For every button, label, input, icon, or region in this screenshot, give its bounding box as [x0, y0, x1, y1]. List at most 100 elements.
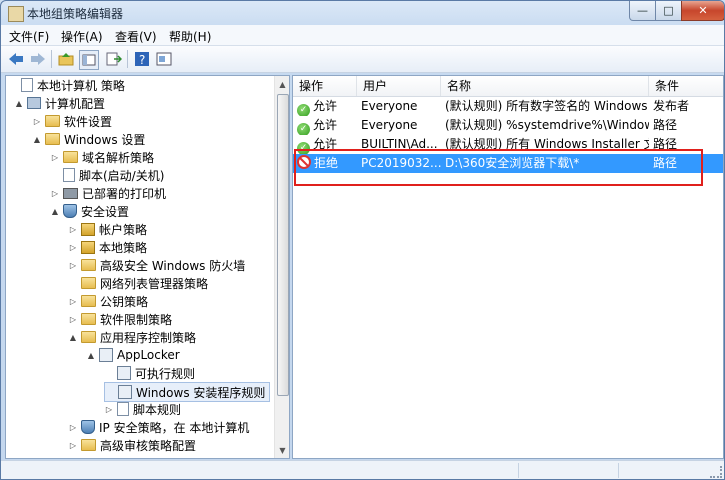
table-row[interactable]: ✓允许 Everyone (默认规则) %systemdrive%\Window…: [293, 116, 723, 135]
tree-item-label: 安全设置: [81, 204, 130, 219]
tree-item[interactable]: 脚本(启动/关机): [50, 166, 164, 184]
list-header: 操作 用户 名称 条件: [293, 76, 723, 97]
rule-user: PC2019032...: [361, 156, 441, 170]
tree-item[interactable]: ▷ 软件限制策略: [68, 310, 172, 328]
menu-view[interactable]: 查看(V): [115, 28, 157, 45]
document-icon: [21, 78, 33, 92]
close-button[interactable]: ✕: [681, 1, 724, 21]
ip-security-icon: [81, 420, 95, 434]
tree-scrollbar[interactable]: ▲ ▼: [274, 76, 289, 458]
tree-toggle[interactable]: ▲: [86, 351, 96, 360]
folder-icon: [81, 331, 96, 343]
toolbar-separator: [51, 50, 52, 68]
tree-item[interactable]: ▷ 公钥策略: [68, 292, 148, 310]
rule-condition: 发布者: [653, 99, 690, 113]
up-folder-icon[interactable]: [57, 50, 75, 68]
column-header-condition[interactable]: 条件: [649, 76, 723, 96]
column-header-user[interactable]: 用户: [357, 76, 441, 96]
tree-item-label: 脚本(启动/关机): [79, 168, 165, 183]
rule-name: (默认规则) %systemdrive%\Windows...: [445, 118, 649, 132]
tree-item[interactable]: ▷ 域名解析策略: [50, 148, 154, 166]
tree-toggle[interactable]: ▲: [68, 333, 78, 342]
scroll-up-icon[interactable]: ▲: [275, 76, 289, 92]
tree-item[interactable]: ▷ 高级安全 Windows 防火墙: [68, 256, 245, 274]
table-row[interactable]: ✓ 允许 BUILTIN\Ad... (默认规则) 所有 Windows Inst…: [293, 135, 723, 154]
export-list-icon[interactable]: [105, 50, 123, 68]
svg-text:?: ?: [139, 53, 145, 67]
title-bar[interactable]: 本地组策略编辑器 — □ ✕: [1, 1, 724, 25]
tree-item[interactable]: ▲ 应用程序控制策略: [68, 328, 196, 346]
tree-toggle[interactable]: ▷: [68, 243, 78, 252]
tree-item-label: AppLocker: [117, 348, 180, 362]
tree-toggle[interactable]: ▲: [32, 135, 42, 144]
tree-item-label: 应用程序控制策略: [100, 330, 197, 345]
computer-icon: [27, 97, 41, 109]
tree-toggle[interactable]: ▷: [50, 189, 60, 198]
folder-icon: [45, 133, 60, 145]
folder-icon: [81, 295, 96, 307]
minimize-button[interactable]: —: [629, 1, 656, 21]
table-row[interactable]: ✓ 允许 Everyone (默认规则) 所有数字签名的 Windows I...…: [293, 97, 723, 116]
tree-toggle[interactable]: ▷: [68, 225, 78, 234]
table-row-selected[interactable]: 拒绝 PC2019032... D:\360安全浏览器下载\* 路径: [293, 154, 723, 173]
tree-toggle[interactable]: ▷: [68, 423, 78, 432]
tree-toggle[interactable]: ▷: [32, 117, 42, 126]
lock-folder-icon: [81, 240, 95, 254]
help-icon[interactable]: ?: [133, 50, 151, 68]
tree-item-label: 软件限制策略: [100, 312, 173, 327]
script-rules-icon: [117, 402, 129, 416]
back-icon[interactable]: [7, 50, 25, 68]
tree-item-label: 高级审核策略配置: [100, 438, 197, 453]
tree-item[interactable]: 网络列表管理器策略: [68, 274, 208, 292]
tree-toggle[interactable]: ▷: [50, 153, 60, 162]
tree-item[interactable]: ▷ 软件设置: [32, 112, 112, 130]
tree-item[interactable]: ▷ 脚本规则: [104, 400, 181, 418]
allow-icon: ✓: [297, 123, 310, 135]
scroll-down-icon[interactable]: ▼: [275, 442, 289, 458]
script-icon: [63, 168, 75, 182]
folder-icon: [81, 439, 96, 451]
menu-help[interactable]: 帮助(H): [169, 28, 211, 45]
rule-name: (默认规则) 所有数字签名的 Windows I...: [445, 99, 649, 113]
tree-item[interactable]: 可执行规则: [104, 364, 195, 382]
applocker-icon: [99, 348, 113, 362]
tree-item-label: 本地计算机 策略: [37, 78, 125, 93]
show-hide-tree-icon[interactable]: [79, 50, 99, 70]
tree-item-label: 可执行规则: [135, 366, 196, 381]
tree-item[interactable]: ▷ 本地策略: [68, 238, 147, 256]
scroll-thumb[interactable]: [277, 94, 289, 396]
resize-grip-icon[interactable]: [710, 466, 722, 478]
rule-action: 允许: [313, 99, 338, 113]
allow-icon: ✓: [297, 142, 310, 154]
tree-item[interactable]: ▲ Windows 设置: [32, 130, 145, 148]
tree-item-label: 域名解析策略: [82, 150, 155, 165]
tree-item-label: 高级安全 Windows 防火墙: [100, 258, 246, 273]
properties-icon[interactable]: [155, 50, 173, 68]
tree-item[interactable]: ▲ 安全设置: [50, 202, 129, 220]
column-header-action[interactable]: 操作: [293, 76, 357, 96]
tree-toggle[interactable]: ▷: [68, 441, 78, 450]
allow-icon: ✓: [297, 104, 310, 116]
maximize-button[interactable]: □: [655, 1, 682, 21]
tree-item-selected[interactable]: Windows 安装程序规则: [104, 382, 271, 402]
tree-item[interactable]: ▷ 帐户策略: [68, 220, 147, 238]
tree-toggle[interactable]: ▷: [68, 315, 78, 324]
tree-toggle[interactable]: ▷: [104, 405, 114, 414]
tree-toggle[interactable]: ▲: [50, 207, 60, 216]
tree-item[interactable]: ▷ 已部署的打印机: [50, 184, 166, 202]
tree-toggle[interactable]: ▷: [68, 297, 78, 306]
tree-item[interactable]: ▲ 计算机配置: [14, 94, 105, 112]
column-header-name[interactable]: 名称: [441, 76, 649, 96]
tree-item-label: 帐户策略: [99, 222, 148, 237]
tree-item[interactable]: ▷ 高级审核策略配置: [68, 436, 196, 454]
tree-item[interactable]: ▲ AppLocker: [86, 346, 180, 364]
tree-item[interactable]: ▷ IP 安全策略，在 本地计算机: [68, 418, 249, 436]
menu-file[interactable]: 文件(F): [9, 28, 49, 45]
tree-toggle[interactable]: ▲: [14, 99, 24, 108]
forward-icon[interactable]: [29, 50, 47, 68]
tree-toggle[interactable]: ▷: [68, 261, 78, 270]
tree-item[interactable]: 本地计算机 策略: [8, 76, 125, 94]
tree-item-label: 已部署的打印机: [82, 186, 167, 201]
tree-item-label: Windows 安装程序规则: [136, 385, 266, 400]
menu-action[interactable]: 操作(A): [61, 28, 103, 45]
